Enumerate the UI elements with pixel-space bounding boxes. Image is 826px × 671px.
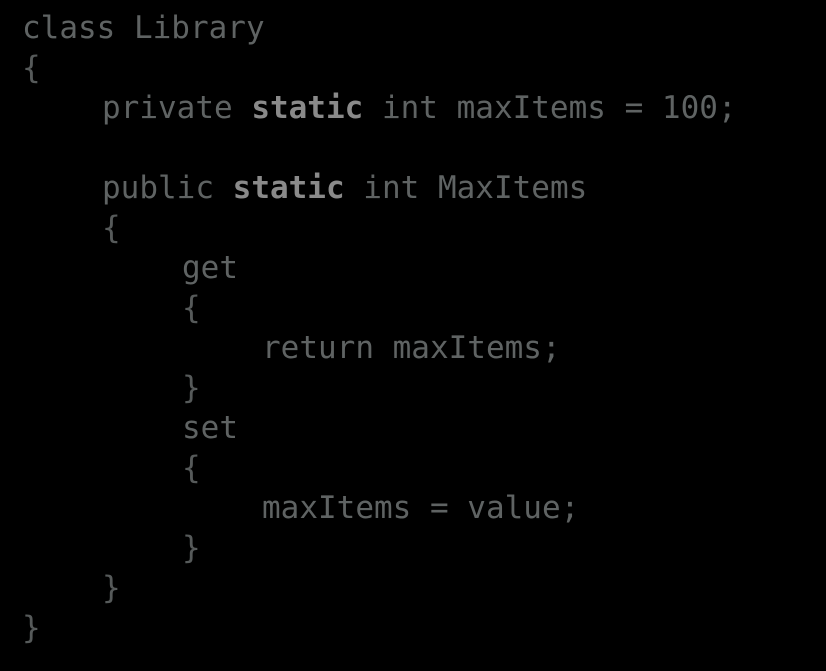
code-line-8: return maxItems;	[22, 328, 826, 368]
code-token-plain: maxItems = value;	[262, 490, 580, 526]
code-line-0: class Library	[22, 8, 826, 48]
code-slide: class Library{private static int maxItem…	[0, 0, 826, 671]
code-token-plain: class Library	[22, 10, 265, 46]
code-line-2: private static int maxItems = 100;	[22, 88, 826, 128]
code-token-keyword-bold: static	[232, 170, 345, 206]
code-token-brace: {	[182, 450, 201, 486]
code-line-9: }	[22, 368, 826, 408]
code-line-3	[22, 128, 826, 168]
code-token-plain: get	[182, 250, 238, 286]
code-token-plain: private	[102, 90, 252, 126]
code-line-13: }	[22, 528, 826, 568]
code-token-brace: }	[182, 530, 201, 566]
code-line-4: public static int MaxItems	[22, 168, 826, 208]
code-line-15: }	[22, 608, 826, 648]
code-token-plain: return maxItems;	[262, 330, 561, 366]
code-token-brace: {	[182, 290, 201, 326]
code-token-brace: }	[22, 610, 41, 646]
code-line-7: {	[22, 288, 826, 328]
code-token-plain: set	[182, 410, 238, 446]
code-token-plain: public	[102, 170, 233, 206]
code-token-brace: {	[102, 210, 121, 246]
code-token-plain: int MaxItems	[344, 170, 588, 206]
code-line-10: set	[22, 408, 826, 448]
code-line-12: maxItems = value;	[22, 488, 826, 528]
code-line-14: }	[22, 568, 826, 608]
code-line-11: {	[22, 448, 826, 488]
code-token-brace: }	[102, 570, 121, 606]
code-listing[interactable]: class Library{private static int maxItem…	[22, 8, 826, 648]
code-token-plain: int maxItems = 100;	[363, 90, 737, 126]
code-line-5: {	[22, 208, 826, 248]
code-token-brace: }	[182, 370, 201, 406]
code-token-keyword-bold: static	[251, 90, 364, 126]
code-line-1: {	[22, 48, 826, 88]
code-line-6: get	[22, 248, 826, 288]
code-token-brace: {	[22, 50, 41, 86]
